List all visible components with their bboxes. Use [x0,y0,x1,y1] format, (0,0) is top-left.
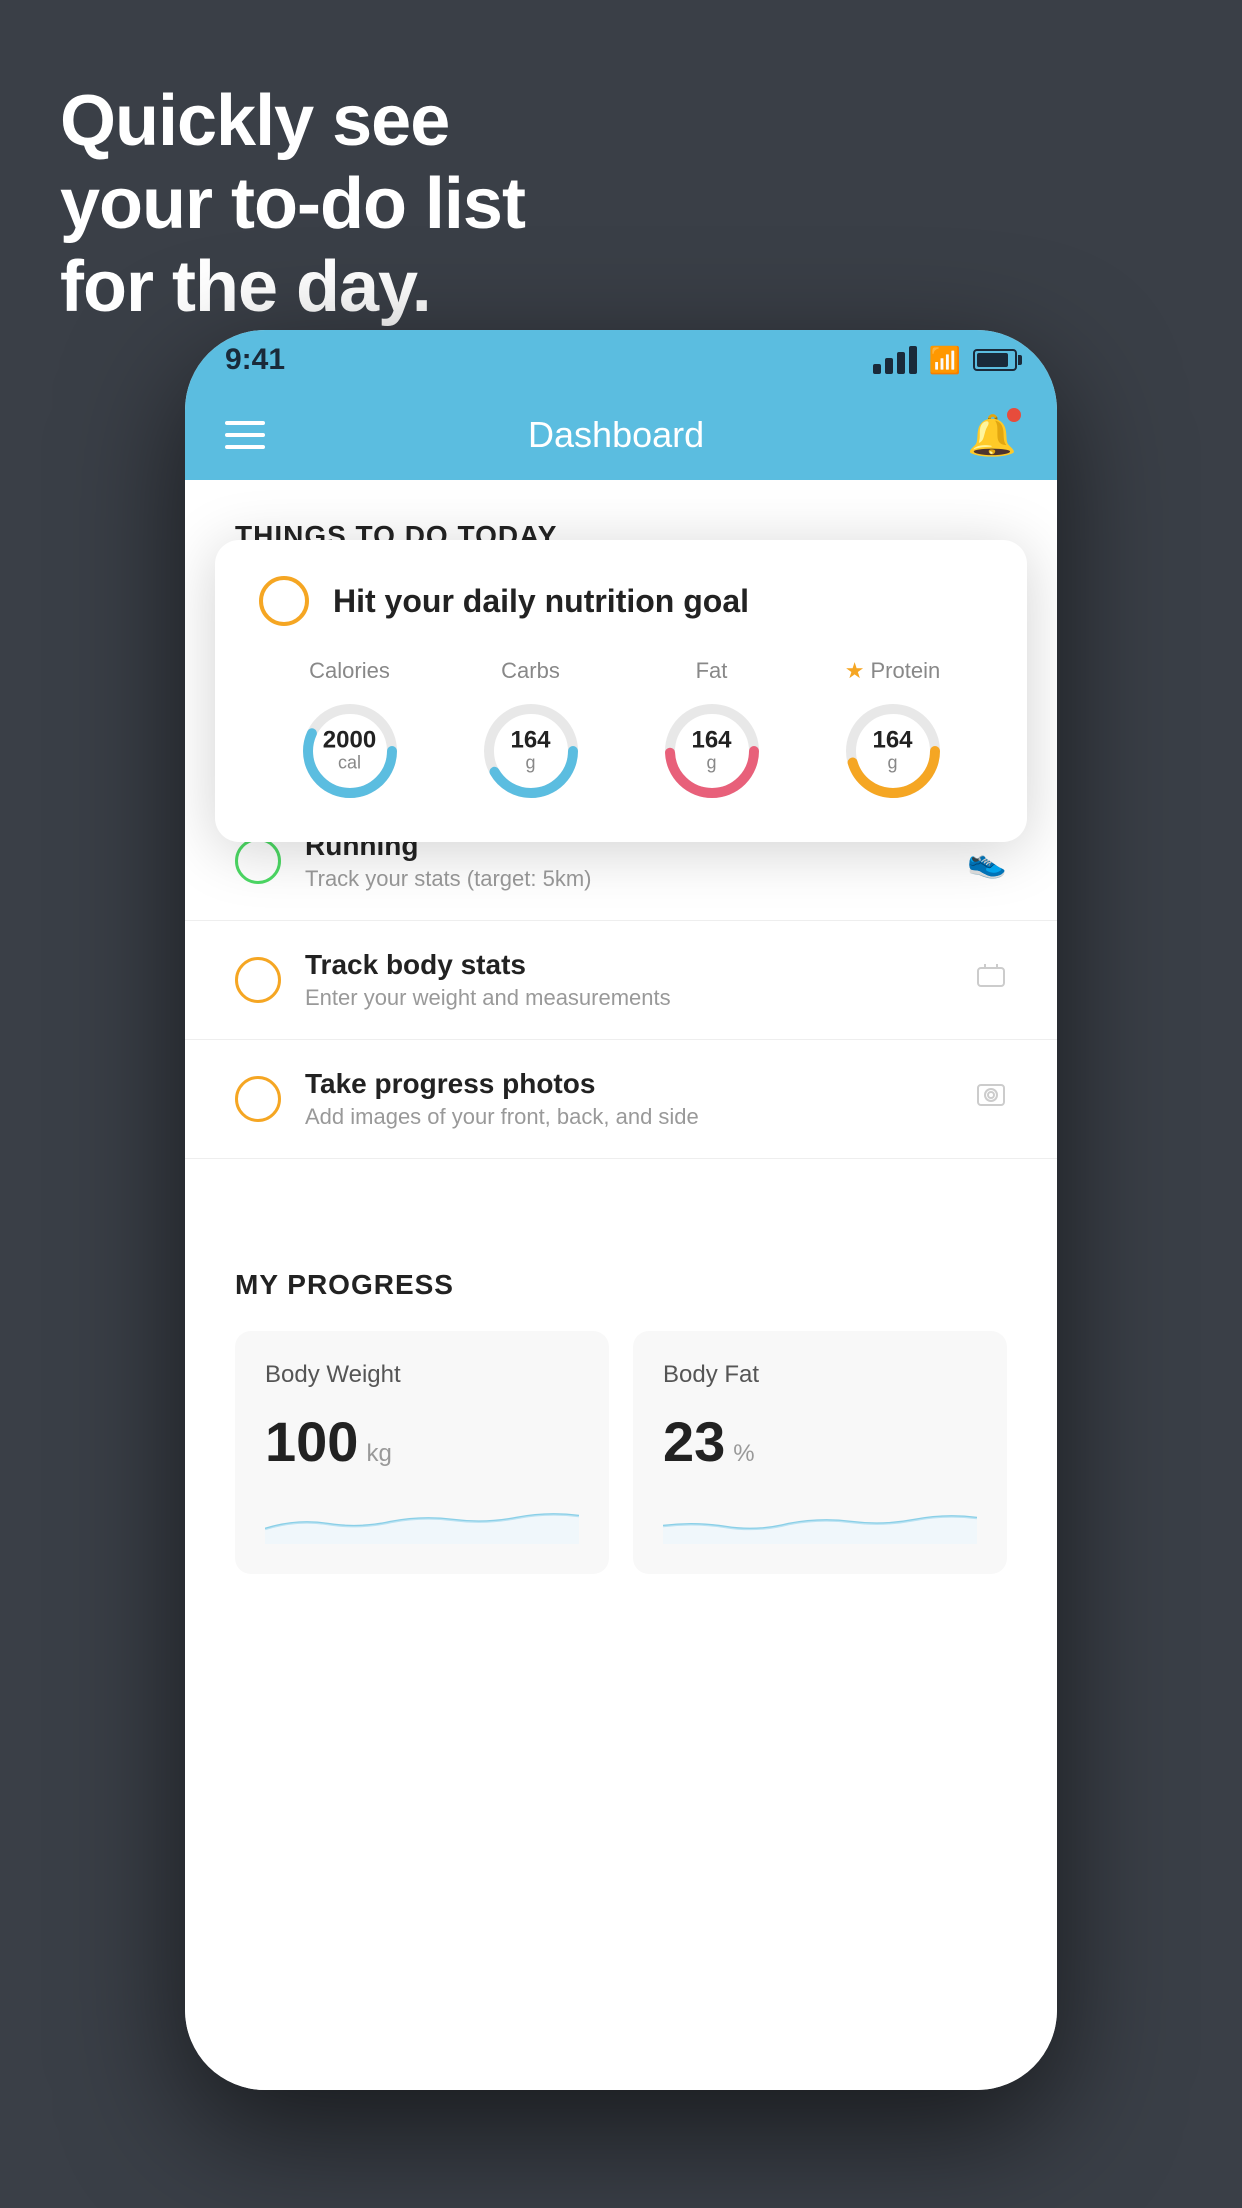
nutrition-card-title: Hit your daily nutrition goal [333,583,749,620]
calories-unit: cal [323,753,376,774]
progress-cards: Body Weight 100 kg Body Fat [235,1331,1007,1574]
carbs-label: Carbs [501,658,560,684]
fat-unit: g [691,753,731,774]
body-weight-value-row: 100 kg [265,1409,579,1474]
todo-progress-photos[interactable]: Take progress photos Add images of your … [185,1040,1057,1159]
fat-value: 164 [691,729,731,753]
status-bar: 9:41 📶 [185,330,1057,390]
body-stats-content: Track body stats Enter your weight and m… [305,949,975,1011]
headline: Quickly see your to-do list for the day. [60,80,525,328]
protein-unit: g [872,753,912,774]
bell-icon[interactable]: 🔔 [967,412,1017,459]
running-subtitle: Track your stats (target: 5km) [305,866,967,892]
nutrition-row: Calories 2000 cal Carbs [259,658,983,806]
calories-donut: 2000 cal [295,696,405,806]
wifi-icon: 📶 [929,345,961,376]
running-icon: 👟 [967,842,1007,880]
calories-label: Calories [309,658,390,684]
scale-icon [975,960,1007,1000]
carbs-unit: g [510,753,550,774]
body-stats-check-icon[interactable] [235,957,281,1003]
body-weight-chart [265,1494,579,1544]
body-fat-title: Body Fat [663,1361,977,1389]
nutrition-check-icon[interactable] [259,576,309,626]
body-fat-unit: % [733,1440,754,1468]
signal-icon [873,346,917,374]
hamburger-icon[interactable] [225,421,265,449]
status-icons: 📶 [873,345,1017,376]
nav-bar: Dashboard 🔔 [185,390,1057,480]
photos-title: Take progress photos [305,1068,975,1100]
carbs-value: 164 [510,729,550,753]
status-time: 9:41 [225,343,285,377]
protein-donut: 164 g [838,696,948,806]
nutrition-carbs: Carbs 164 g [476,658,586,806]
fat-label: Fat [696,658,728,684]
todo-body-stats[interactable]: Track body stats Enter your weight and m… [185,921,1057,1040]
star-icon: ★ [845,658,865,684]
calories-value: 2000 [323,729,376,753]
protein-value: 164 [872,729,912,753]
nutrition-protein: ★ Protein 164 g [838,658,948,806]
body-fat-value-row: 23 % [663,1409,977,1474]
nav-title: Dashboard [528,414,704,456]
body-weight-card[interactable]: Body Weight 100 kg [235,1331,609,1574]
body-fat-number: 23 [663,1409,725,1474]
card-header: Hit your daily nutrition goal [259,576,983,626]
battery-icon [973,349,1017,371]
photos-subtitle: Add images of your front, back, and side [305,1104,975,1130]
body-weight-number: 100 [265,1409,358,1474]
photos-check-icon[interactable] [235,1076,281,1122]
todo-list: Running Track your stats (target: 5km) 👟… [185,802,1057,1159]
progress-section: MY PROGRESS Body Weight 100 kg [185,1219,1057,1604]
body-weight-unit: kg [366,1440,391,1468]
body-stats-title: Track body stats [305,949,975,981]
running-check-icon[interactable] [235,838,281,884]
phone-frame: 9:41 📶 Dashboard 🔔 THINGS TO DO TOD [185,330,1057,2090]
fat-donut: 164 g [657,696,767,806]
nutrition-fat: Fat 164 g [657,658,767,806]
progress-header: MY PROGRESS [235,1269,1007,1301]
protein-label: ★ Protein [845,658,940,684]
photo-icon [975,1079,1007,1119]
body-fat-card[interactable]: Body Fat 23 % [633,1331,1007,1574]
body-weight-title: Body Weight [265,1361,579,1389]
body-fat-chart [663,1494,977,1544]
body-stats-subtitle: Enter your weight and measurements [305,985,975,1011]
nutrition-calories: Calories 2000 cal [295,658,405,806]
photos-content: Take progress photos Add images of your … [305,1068,975,1130]
carbs-donut: 164 g [476,696,586,806]
content-area: THINGS TO DO TODAY Hit your daily nutrit… [185,480,1057,2090]
nutrition-card: Hit your daily nutrition goal Calories 2… [215,540,1027,842]
